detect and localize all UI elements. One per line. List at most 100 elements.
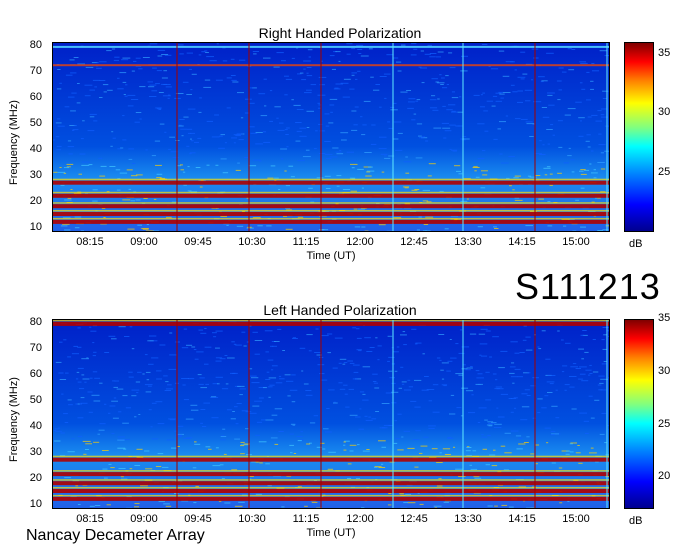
noise-speck [362, 393, 366, 395]
noise-speck [159, 344, 166, 346]
noise-speck [299, 127, 307, 129]
noise-speck [266, 225, 272, 227]
noise-speck [274, 341, 280, 342]
noise-speck [579, 373, 586, 375]
noise-speck [368, 166, 373, 168]
noise-speck [358, 350, 362, 352]
noise-speck [145, 149, 148, 151]
noise-speck [59, 167, 62, 168]
noise-speck [424, 376, 429, 377]
x-tick-label: 15:00 [562, 236, 590, 248]
noise-speck [408, 101, 415, 103]
noise-speck [111, 338, 117, 340]
noise-speck [108, 463, 112, 465]
noise-speck [421, 389, 429, 391]
noise-speck [482, 174, 488, 176]
noise-speck [231, 341, 235, 343]
noise-speck [132, 163, 136, 164]
noise-speck [168, 148, 171, 150]
frequency-band [53, 45, 609, 48]
noise-speck [472, 450, 477, 452]
noise-speck [480, 94, 483, 96]
noise-speck [282, 350, 285, 351]
noise-speck [145, 391, 152, 393]
noise-speck [122, 139, 127, 141]
noise-speck [590, 447, 594, 449]
noise-speck [319, 84, 325, 86]
colorbar-tick-label: 25 [658, 417, 671, 430]
noise-speck [477, 226, 483, 228]
noise-speck [306, 89, 312, 91]
noise-speck [56, 145, 62, 147]
noise-speck [512, 382, 515, 384]
noise-speck [175, 341, 180, 343]
noise-speck [497, 128, 501, 130]
noise-speck [274, 443, 279, 445]
noise-speck [77, 381, 82, 383]
noise-speck [276, 52, 284, 54]
noise-speck [318, 229, 325, 231]
noise-speck [318, 76, 327, 78]
noise-speck [274, 106, 281, 108]
noise-speck [118, 411, 122, 413]
noise-speck [388, 127, 393, 129]
noise-speck [381, 171, 385, 173]
y-tick-label: 40 [29, 420, 42, 433]
noise-speck [222, 60, 228, 62]
noise-speck [117, 148, 122, 150]
noise-speck [520, 78, 525, 80]
noise-speck [230, 58, 235, 60]
noise-speck [546, 52, 554, 54]
noise-speck [215, 447, 219, 449]
noise-speck [130, 99, 139, 100]
noise-speck [545, 358, 551, 360]
noise-speck [151, 90, 158, 92]
x-axis-label: Time (UT) [306, 527, 356, 539]
noise-speck [265, 379, 271, 380]
noise-speck [500, 445, 506, 447]
noise-speck [420, 50, 424, 52]
noise-speck [57, 171, 65, 173]
noise-speck [82, 440, 91, 442]
noise-speck [500, 350, 508, 352]
noise-speck [580, 62, 588, 64]
noise-speck [202, 426, 207, 427]
noise-speck [569, 443, 573, 445]
noise-speck [398, 387, 402, 389]
noise-speck [578, 348, 584, 350]
noise-speck [362, 124, 367, 126]
noise-speck [240, 441, 245, 443]
noise-speck [487, 435, 491, 436]
y-tick-label: 10 [29, 221, 42, 234]
frequency-band [53, 212, 609, 216]
x-tick-label: 12:00 [346, 236, 374, 248]
noise-speck [361, 187, 364, 189]
noise-speck [347, 478, 352, 479]
noise-speck [71, 92, 77, 94]
noise-speck [444, 454, 451, 455]
noise-speck [169, 419, 176, 421]
noise-speck [226, 77, 232, 79]
noise-speck [115, 169, 121, 171]
noise-speck [270, 369, 274, 371]
noise-speck [66, 163, 74, 165]
noise-speck [122, 115, 125, 117]
noise-speck [291, 374, 296, 376]
noise-speck [60, 184, 65, 186]
noise-speck [433, 127, 442, 129]
noise-speck [271, 414, 278, 416]
noise-speck [220, 215, 227, 217]
noise-speck [293, 104, 301, 106]
noise-speck [134, 465, 141, 466]
noise-speck [357, 444, 360, 446]
noise-speck [422, 189, 430, 191]
noise-speck [104, 352, 110, 353]
noise-speck [580, 120, 582, 122]
noise-speck [133, 60, 137, 62]
noise-speck [221, 388, 229, 390]
noise-speck [121, 59, 129, 61]
noise-speck [186, 52, 193, 54]
noise-speck [55, 428, 59, 430]
frequency-band [53, 321, 609, 326]
noise-speck [550, 124, 554, 126]
